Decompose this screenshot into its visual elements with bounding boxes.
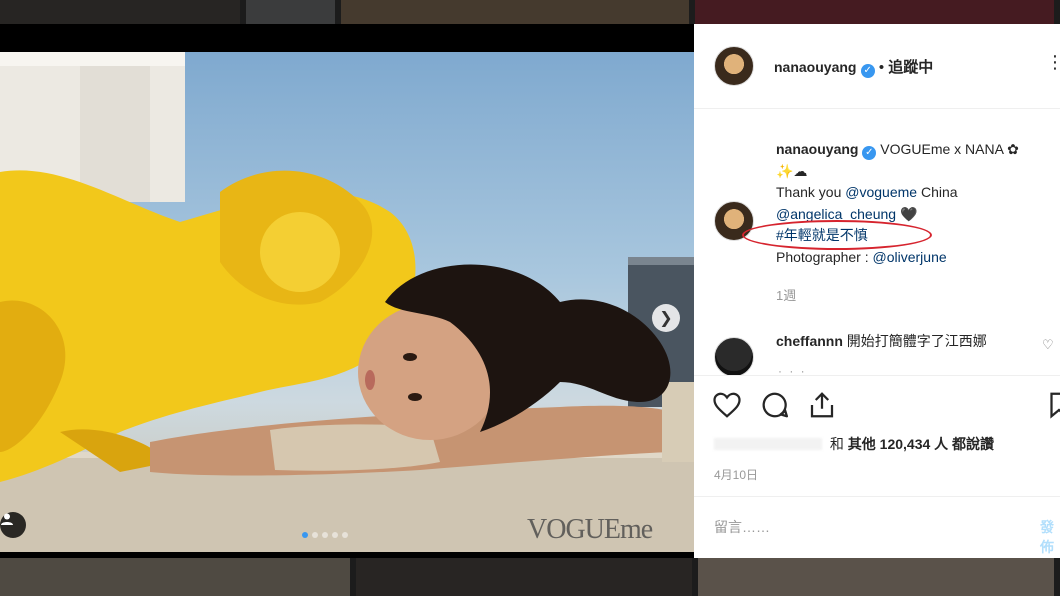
red-circle-annotation <box>742 220 932 250</box>
mention-vogueme[interactable]: @vogueme <box>845 184 917 200</box>
caption: nanaouyang ✓ VOGUEme x NANA ✿ ✨☁ Thank y… <box>742 139 1056 268</box>
comment-input[interactable]: 留言…… <box>714 517 770 537</box>
add-comment-bar: 留言…… 發佈 <box>694 496 1060 559</box>
verified-badge-icon: ✓ <box>862 146 877 160</box>
avatar[interactable] <box>714 46 754 86</box>
photographer-prefix: Photographer : <box>776 248 873 265</box>
likes-others[interactable]: 其他 <box>848 436 876 452</box>
hashtag-highlight: #年輕就是不慎 <box>742 220 932 250</box>
comment-bubble-icon[interactable] <box>760 390 790 420</box>
post-comment-button[interactable]: 發佈 <box>1040 517 1060 557</box>
avatar[interactable] <box>714 337 754 375</box>
carousel-dot <box>342 532 348 538</box>
action-bar <box>694 375 1060 436</box>
photo-viewer: VOGUEme ❯ <box>0 24 694 558</box>
caption-line1: VOGUEme x NANA <box>880 141 1004 157</box>
comments-section[interactable]: nanaouyang ✓ VOGUEme x NANA ✿ ✨☁ Thank y… <box>694 109 1060 375</box>
black-heart-icon: 🖤 <box>899 205 918 222</box>
carousel-dot <box>322 532 328 538</box>
comment-item: cheffannn 開始打簡體字了江西娜 <box>776 331 987 351</box>
loading-dots: · · · <box>778 364 807 375</box>
carousel-dot <box>302 532 308 538</box>
user-tag-button[interactable] <box>0 512 26 538</box>
separator: • <box>878 59 885 76</box>
username-link[interactable]: nanaouyang <box>774 59 856 75</box>
carousel-dot <box>312 532 318 538</box>
verified-badge-icon: ✓ <box>860 64 875 78</box>
post-side-panel: nanaouyang ✓ • 追蹤中 ⋮ nanaouyang ✓ VOGUEm… <box>694 24 1060 558</box>
likes-suffix: 人 都說讚 <box>934 436 995 452</box>
caption-thank-suffix: China <box>917 184 958 200</box>
vogue-watermark: VOGUEme <box>527 514 653 545</box>
comment-username[interactable]: cheffannn <box>776 333 843 349</box>
photo-illustration <box>0 52 694 552</box>
carousel-dot <box>332 532 338 538</box>
caption-time[interactable]: 1週 <box>776 285 796 304</box>
post-photo[interactable]: VOGUEme ❯ <box>0 52 694 552</box>
bookmark-icon[interactable] <box>1044 390 1060 420</box>
likes-and: 和 <box>829 436 844 452</box>
chevron-right-icon: ❯ <box>659 310 673 327</box>
comment-text: 開始打簡體字了江西娜 <box>846 333 987 349</box>
following-button[interactable]: 追蹤中 <box>888 59 933 76</box>
header-line: nanaouyang ✓ • 追蹤中 <box>774 56 933 78</box>
likes-summary: 和 其他 120,434 人 都說讚 <box>714 434 994 454</box>
share-upload-icon[interactable] <box>807 390 837 420</box>
carousel-indicator <box>302 532 348 538</box>
mention-oliverjune[interactable]: @oliverjune <box>873 249 947 265</box>
flower-icon: ✿ <box>1007 141 1019 157</box>
caption-username[interactable]: nanaouyang <box>776 141 858 157</box>
carousel-next-button[interactable]: ❯ <box>652 304 680 332</box>
more-icon[interactable]: ⋮ <box>1046 52 1060 73</box>
comment-like-icon[interactable]: ♡ <box>1042 337 1054 353</box>
post-date[interactable]: 4月10日 <box>714 466 758 483</box>
post-header: nanaouyang ✓ • 追蹤中 ⋮ <box>694 24 1060 109</box>
likes-count[interactable]: 120,434 <box>880 436 931 452</box>
person-icon <box>1 513 13 525</box>
caption-emoji: ✨☁ <box>776 162 808 179</box>
like-heart-icon[interactable] <box>712 390 742 420</box>
caption-thank-prefix: Thank you <box>776 184 846 200</box>
blurred-username <box>714 438 822 450</box>
